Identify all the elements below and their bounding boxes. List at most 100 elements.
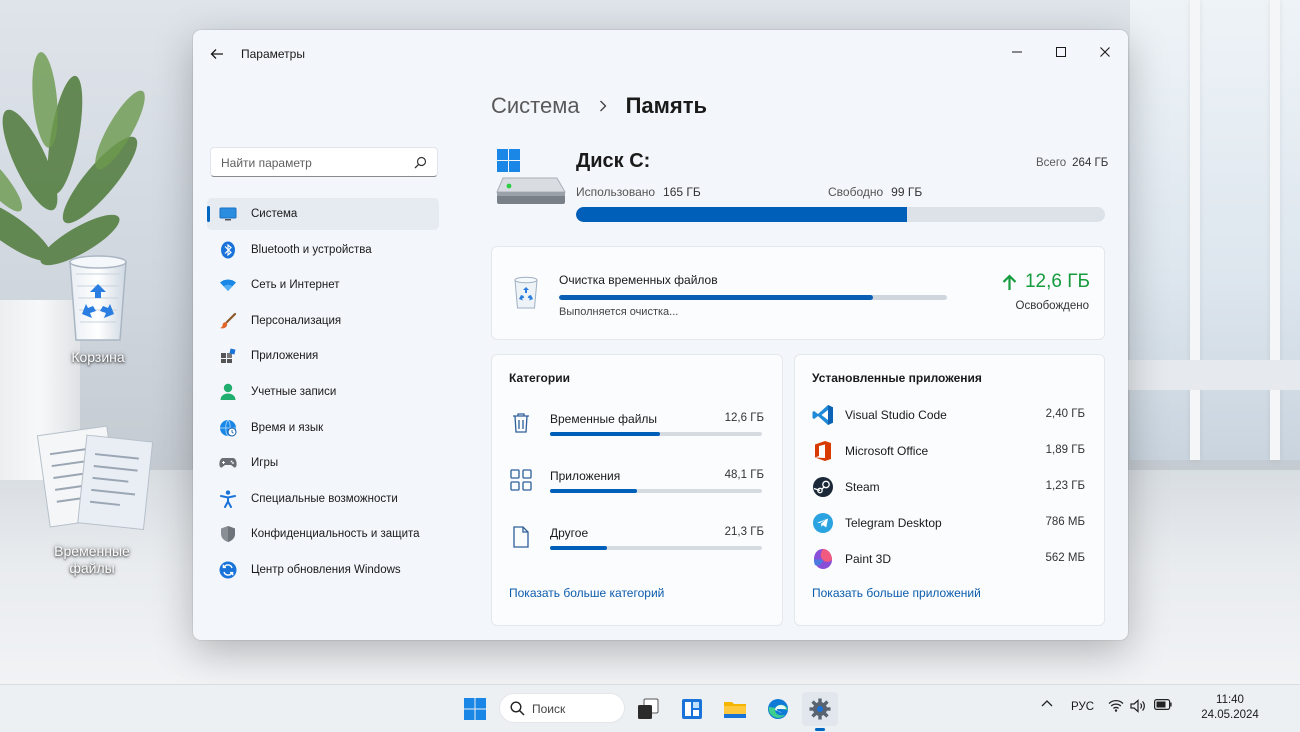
hard-drive-icon	[496, 149, 566, 204]
category-bar	[550, 546, 762, 550]
app-size: 2,40 ГБ	[1045, 408, 1085, 420]
background-window-sill	[1128, 360, 1300, 390]
windows-logo-icon	[464, 698, 486, 720]
show-more-categories-link[interactable]: Показать больше категорий	[509, 586, 664, 600]
settings-taskbar-button[interactable]	[802, 692, 838, 726]
gamepad-icon	[218, 453, 238, 473]
shield-icon	[218, 524, 238, 544]
close-button[interactable]	[1083, 36, 1127, 68]
accessibility-icon	[218, 489, 238, 509]
temp-files-label-line1: Временные	[54, 543, 130, 559]
settings-search-input[interactable]: Найти параметр	[210, 147, 438, 177]
brush-icon	[218, 311, 238, 331]
category-row-temp-files[interactable]: Временные файлы 12,6 ГБ	[509, 411, 764, 451]
disk-free-value: 99 ГБ	[891, 185, 923, 199]
maximize-button[interactable]	[1039, 36, 1083, 68]
sidebar-item-label: Учетные записи	[251, 385, 337, 398]
sidebar-item-time-language[interactable]: Время и язык	[207, 412, 439, 444]
taskbar-search-input[interactable]: Поиск	[499, 693, 625, 723]
minimize-button[interactable]	[995, 36, 1039, 68]
app-label: Telegram Desktop	[845, 516, 942, 530]
input-language-indicator[interactable]: РУС	[1071, 701, 1094, 713]
app-size: 562 МБ	[1045, 552, 1085, 564]
task-view-icon	[638, 698, 659, 719]
category-bar	[550, 432, 762, 436]
cleanup-progress-bar	[559, 295, 947, 300]
cleanup-title: Очистка временных файлов	[559, 273, 718, 287]
edge-browser-button[interactable]	[760, 692, 796, 726]
arrow-up-icon	[1002, 273, 1017, 290]
app-row-vscode[interactable]: Visual Studio Code 2,40 ГБ	[812, 404, 1085, 428]
sidebar-item-windows-update[interactable]: Центр обновления Windows	[207, 554, 439, 586]
trash-icon	[513, 413, 529, 433]
app-row-office[interactable]: Microsoft Office 1,89 ГБ	[812, 440, 1085, 464]
sidebar-item-personalization[interactable]: Персонализация	[207, 305, 439, 337]
sidebar-item-accessibility[interactable]: Специальные возможности	[207, 483, 439, 515]
document-icon	[513, 526, 529, 548]
sidebar-nav: Система Bluetooth и устройства Сеть и Ин…	[207, 198, 439, 590]
show-hidden-icons-button[interactable]	[1039, 699, 1055, 707]
app-row-paint3d[interactable]: Paint 3D 562 МБ	[812, 548, 1085, 572]
disk-usage-bar	[576, 207, 1105, 222]
disk-total-label: Всего	[1036, 157, 1067, 169]
widgets-button[interactable]	[674, 692, 710, 726]
desktop-icon-recycle-bin[interactable]: Корзина	[38, 252, 158, 366]
edge-icon	[768, 699, 788, 719]
documents-icon	[36, 425, 154, 531]
category-value: 21,3 ГБ	[724, 526, 764, 538]
close-icon	[1100, 47, 1110, 57]
file-explorer-button[interactable]	[717, 692, 753, 726]
show-more-apps-link[interactable]: Показать больше приложений	[812, 586, 981, 600]
maximize-icon	[1056, 47, 1066, 57]
categories-card: Категории Временные файлы 12,6 ГБ Прилож…	[491, 354, 783, 626]
category-row-apps[interactable]: Приложения 48,1 ГБ	[509, 468, 764, 508]
sidebar-item-apps[interactable]: Приложения	[207, 340, 439, 372]
app-label: Paint 3D	[845, 552, 892, 566]
app-row-telegram[interactable]: Telegram Desktop 786 МБ	[812, 512, 1085, 536]
office-icon	[815, 441, 831, 461]
recycle-bin-icon	[69, 255, 127, 341]
settings-window: Параметры Система Память Найти параметр …	[193, 30, 1128, 640]
categories-heading: Категории	[509, 371, 570, 385]
breadcrumb-parent[interactable]: Система	[491, 93, 580, 119]
back-button[interactable]	[205, 42, 229, 66]
wifi-icon	[1108, 699, 1124, 712]
category-bar-fill	[550, 432, 661, 436]
sidebar-item-label: Персонализация	[251, 314, 342, 327]
user-icon	[218, 382, 238, 402]
start-button[interactable]	[457, 692, 493, 726]
gear-icon	[809, 698, 831, 720]
chevron-up-icon	[1041, 700, 1053, 707]
network-status-button[interactable]	[1107, 699, 1125, 712]
search-icon	[510, 701, 525, 716]
category-bar-fill	[550, 489, 637, 493]
clock-time: 11:40	[1216, 694, 1244, 706]
sidebar-item-network[interactable]: Сеть и Интернет	[207, 269, 439, 301]
disk-free-label: Свободно	[828, 185, 884, 199]
steam-icon	[813, 477, 833, 497]
title-bar: Параметры	[193, 30, 1128, 78]
task-view-button[interactable]	[630, 692, 666, 726]
sidebar-item-gaming[interactable]: Игры	[207, 447, 439, 479]
battery-button[interactable]	[1152, 699, 1174, 710]
sidebar-item-label: Время и язык	[251, 421, 324, 434]
clock-date: 24.05.2024	[1201, 709, 1259, 721]
app-row-steam[interactable]: Steam 1,23 ГБ	[812, 476, 1085, 500]
app-label: Microsoft Office	[845, 444, 929, 458]
arrow-left-icon	[210, 49, 223, 59]
disk-free: Свободно 99 ГБ	[828, 185, 922, 199]
clock[interactable]: 11:40 24.05.2024	[1192, 693, 1268, 723]
volume-button[interactable]	[1129, 699, 1147, 713]
category-row-other[interactable]: Другое 21,3 ГБ	[509, 525, 764, 565]
sidebar-item-accounts[interactable]: Учетные записи	[207, 376, 439, 408]
installed-apps-heading: Установленные приложения	[812, 371, 982, 385]
sidebar-item-label: Центр обновления Windows	[251, 563, 401, 576]
desktop-icon-temp-files[interactable]: Временные файлы	[32, 420, 154, 577]
sidebar-item-bluetooth[interactable]: Bluetooth и устройства	[207, 234, 439, 266]
sidebar-item-system[interactable]: Система	[207, 198, 439, 230]
disk-total: Всего 264 ГБ	[1036, 157, 1108, 169]
app-size: 1,23 ГБ	[1045, 480, 1085, 492]
paint3d-icon	[814, 549, 832, 569]
sidebar-item-privacy[interactable]: Конфиденциальность и защита	[207, 518, 439, 550]
active-app-indicator	[815, 728, 825, 731]
